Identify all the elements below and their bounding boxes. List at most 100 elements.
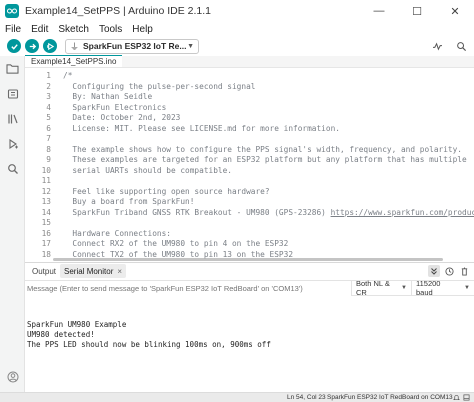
menu-sketch[interactable]: Sketch	[58, 24, 89, 35]
debug-button[interactable]	[43, 39, 57, 53]
code-text: Date: October 2nd, 2023	[63, 113, 180, 124]
line-number: 17	[41, 239, 51, 248]
cursor-position: Ln 54, Col 23	[287, 394, 326, 401]
menu-tools[interactable]: Tools	[99, 24, 122, 35]
timestamp-toggle[interactable]	[443, 265, 455, 277]
line-number: 7	[46, 134, 51, 143]
serial-output-line: SparkFun UM980 Example	[27, 320, 127, 329]
line-number: 5	[46, 113, 51, 122]
code-line[interactable]: 7	[25, 134, 474, 145]
tab-output[interactable]: Output	[28, 264, 60, 278]
code-text: serial UARTs should be compatible.	[63, 166, 232, 177]
code-text: Feel like supporting open source hardwar…	[63, 186, 270, 198]
code-link[interactable]: https://www.sparkfun.com/products/2328	[331, 208, 474, 217]
line-number: 6	[46, 123, 51, 133]
chevron-down-icon: ▼	[464, 285, 470, 291]
board-selector[interactable]: ⏚ SparkFun ESP32 IoT Re... ▼	[65, 38, 199, 54]
code-line[interactable]: 1 /*	[25, 71, 474, 82]
code-line[interactable]: 10 serial UARTs should be compatible.	[25, 166, 474, 177]
arduino-logo-icon	[5, 4, 19, 18]
code-text-content: Connect RX2 of the UM980 to pin 4 on the…	[63, 239, 289, 248]
serial-monitor-icon	[456, 41, 466, 51]
code-line[interactable]: 17 Connect RX2 of the UM980 to pin 4 on …	[25, 239, 474, 250]
upload-button[interactable]	[25, 39, 39, 53]
code-editor[interactable]: 1 /* 2 Configuring the pulse-per-second si…	[25, 68, 474, 262]
code-text: Connect RX2 of the UM980 to pin 4 on the…	[63, 239, 288, 250]
activity-sidebar	[0, 56, 25, 392]
close-tab-icon[interactable]: ×	[117, 267, 122, 276]
tab-serial-monitor[interactable]: Serial Monitor ×	[60, 264, 127, 278]
code-text: Buy a board from SparkFun!	[63, 197, 194, 208]
code-text: These examples are targeted for an ESP32…	[63, 155, 466, 166]
code-text-content: Feel like supporting open source hardwar…	[63, 186, 270, 196]
account-icon	[7, 371, 18, 383]
board-icon	[7, 88, 18, 99]
debug-panel-button[interactable]	[0, 131, 25, 156]
editor-tab[interactable]: Example14_SetPPS.ino	[25, 55, 123, 67]
serial-message-input[interactable]	[25, 280, 351, 296]
library-icon	[7, 114, 18, 123]
chevron-down-icon: ▼	[187, 42, 194, 50]
serial-output-line: UM980 detected!	[27, 330, 95, 339]
baud-rate-value: 115200 baud	[416, 279, 441, 297]
line-ending-value: Both NL & CR	[356, 279, 390, 297]
panel-icon	[463, 394, 469, 401]
title-bar: Example14_SetPPS | Arduino IDE 2.1.1 — ☐…	[0, 0, 474, 22]
code-text-content: Date: October 2nd, 2023	[63, 113, 181, 122]
line-number: 16	[41, 228, 51, 238]
serial-monitor-button[interactable]	[454, 39, 468, 53]
code-line[interactable]: 16 Hardware Connections:	[25, 229, 474, 240]
line-number: 14	[41, 207, 51, 217]
serial-input-row: Both NL & CR ▼ 115200 baud ▼	[25, 279, 474, 297]
toolbar: ⏚ SparkFun ESP32 IoT Re... ▼	[0, 36, 474, 56]
search-button[interactable]	[0, 156, 25, 181]
account-button[interactable]	[0, 366, 25, 388]
code-line[interactable]: 4 SparkFun Electronics	[25, 103, 474, 114]
line-number: 18	[41, 249, 51, 259]
code-line[interactable]: 18 Connect TX2 of the UM980 to pin 13 on…	[25, 250, 474, 261]
code-line[interactable]: 9 These examples are targeted for an ESP…	[25, 155, 474, 166]
code-text-content: SparkFun Electronics	[63, 102, 167, 112]
line-number: 9	[46, 155, 51, 164]
code-line[interactable]: 15	[25, 218, 474, 229]
menu-file[interactable]: File	[5, 24, 21, 35]
menu-edit[interactable]: Edit	[31, 24, 48, 35]
maximize-button[interactable]: ☐	[398, 0, 436, 22]
panel-tab-bar: Output Serial Monitor ×	[25, 263, 474, 279]
library-manager-button[interactable]	[0, 106, 25, 131]
code-line[interactable]: 3 By: Nathan Seidle	[25, 92, 474, 103]
serial-plotter-button[interactable]	[430, 39, 444, 53]
code-text-content: Buy a board from SparkFun!	[63, 197, 195, 206]
code-line[interactable]: 14 SparkFun Triband GNSS RTK Breakout - …	[25, 208, 474, 219]
code-text-content: /*	[63, 71, 73, 80]
autoscroll-toggle[interactable]	[428, 265, 440, 277]
code-line[interactable]: 5 Date: October 2nd, 2023	[25, 113, 474, 124]
baud-rate-select[interactable]: 115200 baud ▼	[411, 279, 474, 297]
line-number: 13	[41, 197, 51, 206]
boards-manager-button[interactable]	[0, 81, 25, 106]
code-text: License: MIT. Please see LICENSE.md for …	[63, 124, 340, 135]
code-text: /*	[63, 71, 72, 82]
line-number: 8	[46, 144, 51, 154]
serial-plotter-icon	[432, 42, 442, 50]
status-board: SparkFun ESP32 IoT RedBoard on COM13	[327, 394, 453, 401]
code-line[interactable]: 6 License: MIT. Please see LICENSE.md fo…	[25, 124, 474, 135]
notifications-button[interactable]	[451, 393, 461, 402]
code-line[interactable]: 12 Feel like supporting open source hard…	[25, 187, 474, 198]
code-line[interactable]: 11	[25, 176, 474, 187]
line-ending-select[interactable]: Both NL & CR ▼	[351, 279, 411, 297]
toggle-panel-button[interactable]	[461, 393, 471, 402]
code-line[interactable]: 8 The example shows how to configure the…	[25, 145, 474, 156]
close-window-button[interactable]: ✕	[436, 0, 474, 22]
code-line[interactable]: 13 Buy a board from SparkFun!	[25, 197, 474, 208]
sketchbook-button[interactable]	[0, 56, 25, 81]
line-number: 3	[46, 92, 51, 101]
code-text-content: Hardware Connections:	[63, 228, 171, 238]
line-number: 1	[46, 71, 51, 80]
menu-help[interactable]: Help	[132, 24, 153, 35]
clear-output-button[interactable]	[458, 265, 470, 277]
code-line[interactable]: 2 Configuring the pulse-per-second signa…	[25, 82, 474, 93]
minimize-button[interactable]: —	[360, 0, 398, 22]
verify-button[interactable]	[7, 39, 21, 53]
code-text: By: Nathan Seidle	[63, 92, 152, 103]
